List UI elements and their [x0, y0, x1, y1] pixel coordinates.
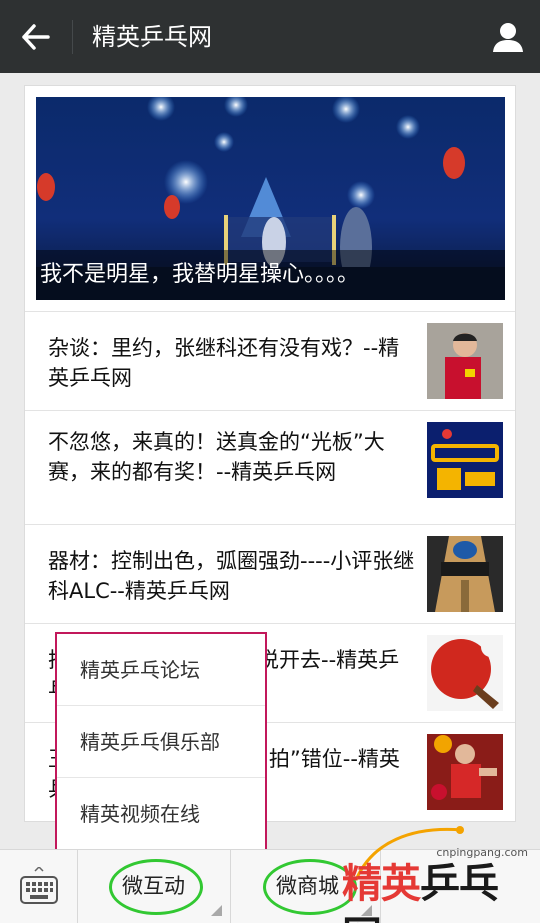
- keyboard-toggle-button[interactable]: [0, 850, 78, 923]
- list-item[interactable]: 器材：控制出色，弧圈强劲----小评张继科ALC--精英乒乓网: [25, 524, 515, 623]
- interaction-menu: 精英乒乓论坛 精英乒乓俱乐部 精英视频在线: [55, 632, 267, 852]
- submenu-indicator-icon: [211, 905, 222, 916]
- site-watermark: cnpingpang.com 精英乒乓网: [342, 822, 532, 923]
- menu-item-club[interactable]: 精英乒乓俱乐部: [57, 706, 265, 778]
- hero-caption: 我不是明星，我替明星操心。。。。: [36, 250, 505, 300]
- tab-label: 微商城: [276, 874, 339, 898]
- header-divider: [72, 20, 73, 54]
- article-thumbnail: [427, 734, 503, 810]
- article-title: 器材：控制出色，弧圈强劲----小评张继科ALC--精英乒乓网: [48, 549, 415, 603]
- article-thumbnail: [427, 323, 503, 399]
- hero-article[interactable]: 我不是明星，我替明星操心。。。。: [36, 97, 505, 300]
- watermark-text: 精英乒乓网: [342, 858, 530, 923]
- article-thumbnail: [427, 635, 503, 711]
- article-title: 杂谈：里约，张继科还有没有戏？--精英乒乓网: [48, 336, 400, 390]
- user-icon: [493, 23, 523, 52]
- back-button[interactable]: [14, 16, 58, 58]
- list-item[interactable]: 不忽悠，来真的！送真金的“光板”大赛，来的都有奖！--精英乒乓网: [25, 410, 515, 524]
- tab-label: 微互动: [122, 874, 185, 898]
- list-item[interactable]: 杂谈：里约，张继科还有没有戏？--精英乒乓网: [25, 311, 515, 410]
- top-bar: 精英乒乓网: [0, 0, 540, 73]
- profile-button[interactable]: [488, 16, 528, 58]
- menu-item-forum[interactable]: 精英乒乓论坛: [57, 634, 265, 706]
- keyboard-icon: [19, 867, 58, 904]
- arrow-left-icon: [22, 24, 50, 50]
- tab-interact[interactable]: 微互动: [78, 850, 231, 923]
- article-title: 不忽悠，来真的！送真金的“光板”大赛，来的都有奖！--精英乒乓网: [48, 430, 385, 484]
- page-title: 精英乒乓网: [92, 23, 212, 51]
- watermark-text-first: 精英: [342, 861, 421, 907]
- menu-item-video[interactable]: 精英视频在线: [57, 778, 265, 850]
- article-thumbnail: [427, 536, 503, 612]
- article-thumbnail: [427, 422, 503, 498]
